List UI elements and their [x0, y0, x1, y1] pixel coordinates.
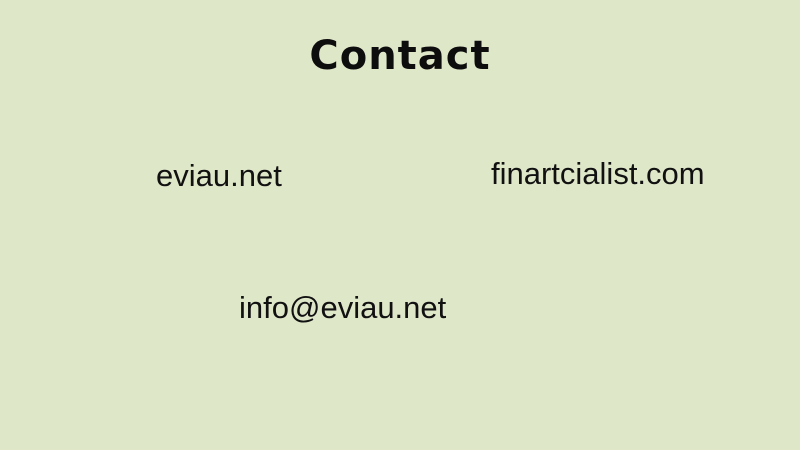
contact-slide: Contact eviau.net finartcialist.com info…	[0, 0, 800, 450]
page-title: Contact	[309, 33, 491, 79]
eviau-website-link[interactable]: eviau.net	[156, 158, 282, 194]
email-link[interactable]: info@eviau.net	[239, 290, 446, 326]
finartcialist-website-link[interactable]: finartcialist.com	[491, 156, 705, 192]
